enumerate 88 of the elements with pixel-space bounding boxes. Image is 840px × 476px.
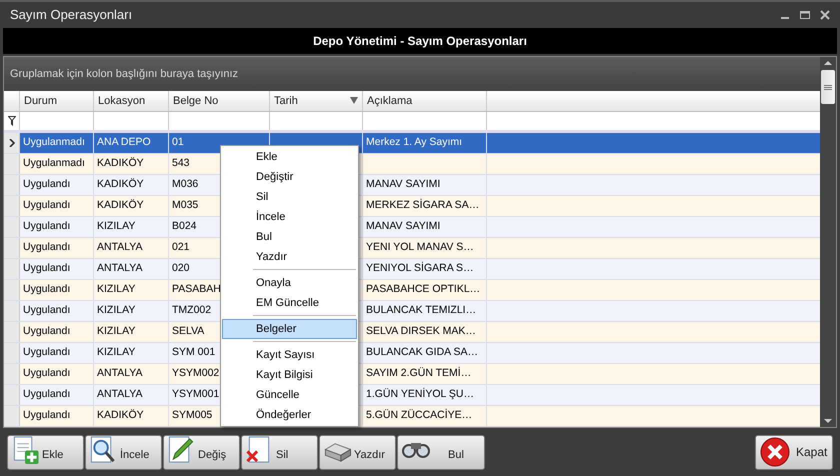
magnifier-icon (89, 436, 117, 464)
table-cell-text: Uygulanmadı (23, 135, 85, 150)
table-cell-text: KIZILAY (97, 282, 136, 298)
table-cell-text: KIZILAY (97, 303, 136, 318)
table-cell-text: KADIKÖY (97, 177, 144, 192)
table-cell-text: B024 (172, 219, 197, 234)
table-cell-text: KIZILAY (97, 219, 136, 234)
group-panel-hint: Gruplamak için kolon başlığını buraya taşıyınız (10, 66, 238, 82)
table-cell-text: SAYIM 2.GÜN TEMİ… (366, 366, 472, 382)
window-title: Sayım Operasyonları (10, 6, 132, 24)
column-header[interactable]: Lokasyon (94, 90, 169, 112)
table-cell-text: 01 (172, 135, 184, 150)
table-cell-text: KADIKÖY (97, 408, 144, 424)
table-cell-text: YENIYOL SİGARA S… (366, 261, 474, 276)
table-cell-text: M036 (172, 177, 198, 192)
table-cell-text: Uygulandı (23, 219, 70, 234)
scrollbar[interactable] (820, 57, 836, 427)
table-cell-text: Uygulandı (23, 261, 70, 276)
table-cell-text: SELVA (172, 324, 204, 340)
table-cell-text: Uygulandı (23, 324, 70, 340)
table-cell-text: YSYM001 (172, 387, 220, 402)
table-cell-text: Uygulandı (23, 303, 70, 318)
table-cell-text: Uygulandı (23, 408, 70, 424)
table-cell-text: SELVA DIRSEK MAK… (366, 324, 476, 340)
table-cell-text: ANTALYA (97, 261, 143, 276)
menu-item[interactable]: Kayıt Bilgisi (222, 365, 357, 385)
table-cell-text: Uygulandı (23, 366, 70, 382)
close-icon[interactable] (820, 10, 830, 20)
table-cell-text: Uygulandı (23, 282, 70, 298)
table-cell-text: 020 (172, 261, 190, 276)
table-cell-text: Uygulanmadı (23, 156, 85, 172)
toolbar-button[interactable]: Değiş (163, 434, 240, 470)
table-cell-text: SYM005 (172, 408, 212, 424)
table-cell-text: MANAV SAYIMI (366, 177, 440, 192)
menu-item[interactable]: Belgeler (222, 319, 357, 339)
table-cell-text: ANTALYA (97, 366, 143, 382)
table-cell-text: Uygulandı (23, 198, 70, 214)
column-header[interactable]: Durum (20, 90, 94, 112)
table-cell-text: 5.GÜN ZÜCCACİYE… (366, 408, 472, 424)
table-cell-text: KADIKÖY (97, 156, 144, 172)
table-cell-text: SYM 001 (172, 345, 216, 360)
close-button[interactable]: Kapat (755, 434, 833, 470)
current-row-icon (8, 139, 14, 147)
table-cell-text: Uygulandı (23, 345, 70, 360)
table-cell-text: 543 (172, 156, 190, 172)
table-cell-text: YSYM002 (172, 366, 220, 382)
table-cell-text: TMZ002 (172, 303, 212, 318)
table-cell-text: Uygulandı (23, 177, 70, 192)
toolbar-button[interactable]: Sil (241, 434, 318, 470)
scroll-down-icon[interactable] (823, 417, 833, 425)
table-cell-text: Uygulandı (23, 240, 70, 256)
table-cell-text: 1.GÜN YENİYOL ŞU… (366, 387, 474, 402)
column-header[interactable]: Tarih (270, 90, 363, 112)
table-cell-text: PASABAHCE OPTIKL… (366, 282, 480, 298)
table-cell-text: M035 (172, 198, 198, 214)
table-cell-text: YENI YOL MANAV S… (366, 240, 474, 256)
close-circle-icon (760, 437, 790, 467)
table-cell-text: KIZILAY (97, 345, 136, 360)
table-cell-text: PASABAH (172, 282, 221, 298)
table-cell-text: 021 (172, 240, 190, 256)
menu-item[interactable]: Güncelle (222, 385, 357, 405)
table-cell-text: ANTALYA (97, 240, 143, 256)
toolbar-button[interactable]: Yazdır (319, 434, 396, 470)
table-cell-text: MANAV SAYIMI (366, 219, 440, 234)
toolbar-button[interactable]: Bul (397, 434, 485, 470)
table-cell-text: ANA DEPO (97, 135, 151, 150)
scroll-up-icon[interactable] (823, 59, 833, 67)
pencil-document-icon (167, 436, 195, 464)
table-cell-text: BULANCAK TEMIZLI… (366, 303, 476, 318)
menu-item[interactable]: Kayıt Sayısı (222, 345, 357, 365)
filter-icon[interactable] (8, 116, 16, 126)
table-cell-text: KADIKÖY (97, 198, 144, 214)
add-document-icon (11, 436, 39, 464)
toolbar-button[interactable]: Ekle (7, 434, 84, 470)
table-cell-text: MERKEZ SİGARA SA… (366, 198, 480, 214)
table-cell-text: Merkez 1. Ay Sayımı (366, 135, 462, 150)
scroll-thumb[interactable] (821, 70, 835, 104)
table-cell-text: Uygulandı (23, 387, 70, 402)
header-title: Depo Yönetimi - Sayım Operasyonları (313, 33, 527, 50)
maximize-icon[interactable] (800, 10, 810, 20)
menu-item[interactable]: Öndeğerler (222, 405, 357, 425)
toolbar-button[interactable]: İncele (85, 434, 162, 470)
column-header[interactable]: Belge No (169, 90, 270, 112)
binoculars-icon (401, 442, 431, 458)
table-cell-text: ANTALYA (97, 387, 143, 402)
table-cell-text: KIZILAY (97, 324, 136, 340)
column-header[interactable]: Açıklama (363, 90, 487, 112)
table-cell-text: BULANCAK GIDA SA… (366, 345, 478, 360)
